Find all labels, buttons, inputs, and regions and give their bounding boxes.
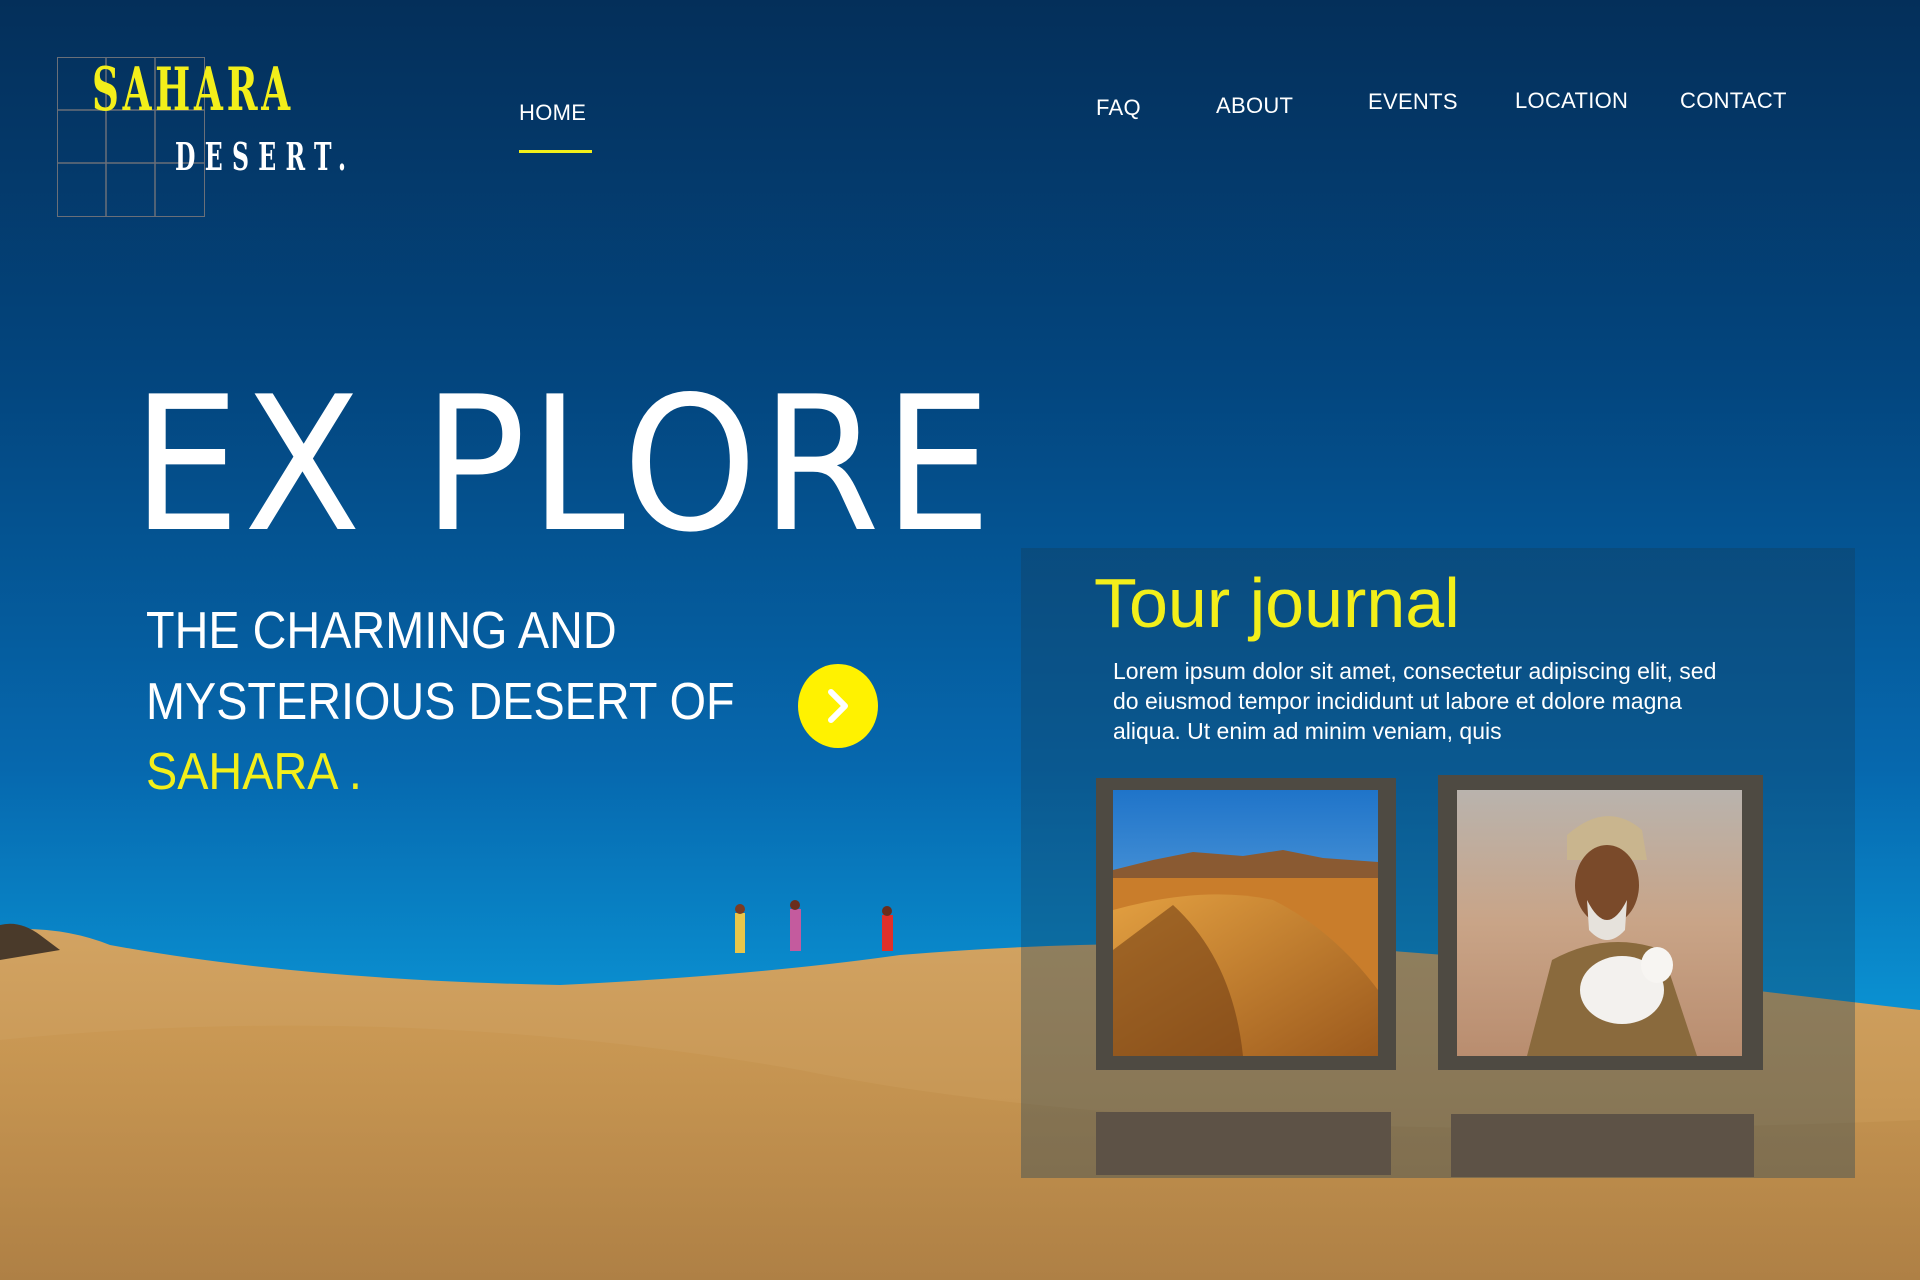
photo-portrait[interactable] <box>1457 790 1742 1056</box>
nav-contact[interactable]: CONTACT <box>1680 88 1787 114</box>
nav-active-underline <box>519 150 592 153</box>
hero-line-2: MYSTERIOUS DESERT OF <box>146 673 735 731</box>
photo-caption-bar-2[interactable] <box>1451 1114 1754 1177</box>
nav-faq[interactable]: FAQ <box>1096 95 1141 121</box>
dunes-image <box>1113 790 1378 1056</box>
tour-journal-text: Lorem ipsum dolor sit amet, consectetur … <box>1113 658 1717 744</box>
nav-about[interactable]: ABOUT <box>1216 93 1293 119</box>
nav-events[interactable]: EVENTS <box>1368 89 1458 115</box>
walker-figures <box>735 900 893 953</box>
logo-desert[interactable]: DESERT. <box>175 138 355 176</box>
hero-line-3: SAHARA . <box>146 743 362 801</box>
logo-sahara[interactable]: SAHARA <box>92 60 294 120</box>
portrait-image <box>1457 790 1742 1056</box>
chevron-right-icon <box>828 689 848 723</box>
nav-location[interactable]: LOCATION <box>1515 88 1628 114</box>
next-button[interactable] <box>798 664 878 748</box>
hero-line-1: THE CHARMING AND <box>146 602 617 660</box>
photo-caption-bar-1[interactable] <box>1096 1112 1391 1175</box>
nav-home[interactable]: HOME <box>519 100 586 126</box>
tour-journal-title: Tour journal <box>1094 564 1460 642</box>
hero-title: EX PLORE <box>132 356 996 573</box>
photo-dunes[interactable] <box>1113 790 1378 1056</box>
